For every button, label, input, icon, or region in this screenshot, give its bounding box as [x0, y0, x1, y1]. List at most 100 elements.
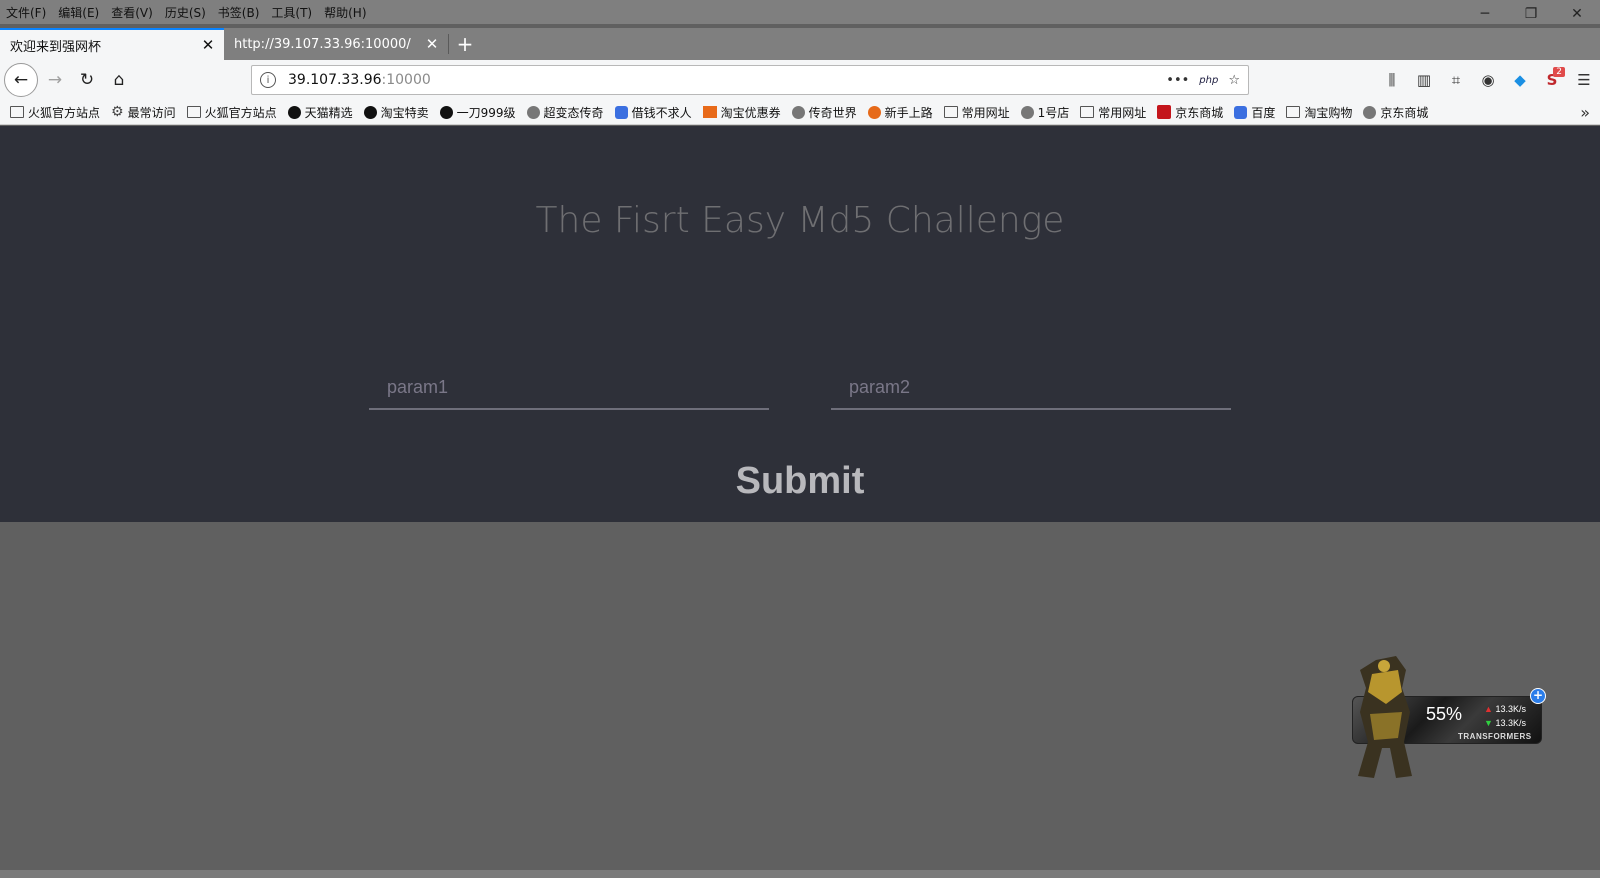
reload-button[interactable]: ↻	[72, 65, 102, 95]
bookmark-item[interactable]: 京东商城	[1363, 104, 1428, 121]
sidebar-icon[interactable]: ▥	[1408, 65, 1440, 95]
bookmark-item[interactable]: ⚙ 最常访问	[111, 104, 176, 121]
restore-button[interactable]: ❐	[1508, 0, 1554, 28]
globe-icon	[1363, 105, 1377, 119]
netmon-plus-icon[interactable]: +	[1530, 688, 1546, 704]
globe-icon	[791, 105, 805, 119]
param2-input[interactable]	[831, 366, 1231, 408]
upload-arrow-icon: ▲	[1484, 704, 1493, 714]
home-button[interactable]: ⌂	[104, 65, 134, 95]
bookmark-item[interactable]: 超变态传奇	[526, 104, 604, 121]
tab-bar: 欢迎来到强网杯 ✕ http://39.107.33.96:10000/ ✕ +	[0, 28, 1600, 60]
robot-mascot-icon	[1358, 656, 1412, 778]
taobao-icon	[363, 105, 377, 119]
menu-view[interactable]: 查看(V)	[111, 4, 153, 21]
tab-label: http://39.107.33.96:10000/	[234, 36, 411, 52]
bookmark-label: 火狐官方站点	[204, 105, 277, 120]
menu-bookmarks[interactable]: 书签(B)	[218, 4, 260, 21]
addon-icon[interactable]: S 2	[1536, 65, 1568, 95]
bookmark-item[interactable]: 常用网址	[943, 104, 1010, 121]
netmon-download-rate: ▼ 13.3K/s	[1484, 718, 1526, 728]
netmon-upload-rate: ▲ 13.3K/s	[1484, 704, 1526, 714]
bookmark-label: 百度	[1251, 105, 1276, 120]
tab-url[interactable]: http://39.107.33.96:10000/ ✕	[224, 28, 448, 60]
folder-icon	[1286, 106, 1301, 118]
menu-edit[interactable]: 编辑(E)	[58, 4, 99, 21]
menu-help[interactable]: 帮助(H)	[324, 4, 366, 21]
menu-history[interactable]: 历史(S)	[165, 4, 206, 21]
bookmark-label: 传奇世界	[808, 105, 857, 120]
url-port: :10000	[381, 72, 431, 88]
php-extension-icon[interactable]: php	[1199, 75, 1218, 86]
bookmark-star-icon[interactable]: ☆	[1228, 73, 1240, 88]
jd-icon	[1157, 105, 1172, 119]
baidu-icon	[1234, 105, 1248, 119]
bookmark-item[interactable]: 淘宝购物	[1286, 104, 1352, 121]
bookmark-label: 火狐官方站点	[28, 105, 101, 120]
bookmark-label: 淘宝优惠券	[720, 105, 781, 120]
eye-extension-icon[interactable]: ◉	[1472, 65, 1504, 95]
screenshot-icon[interactable]: ⌗	[1440, 65, 1472, 95]
coupon-icon	[702, 106, 717, 118]
submit-button[interactable]: Submit	[0, 460, 1600, 503]
folder-icon	[10, 106, 24, 118]
bookmark-item[interactable]: 新手上路	[867, 104, 933, 121]
toolbar-right: ⫼ ▥ ⌗ ◉ ◆ S 2 ☰	[1376, 60, 1600, 100]
bookmark-item[interactable]: 常用网址	[1080, 104, 1146, 121]
bookmark-label: 借钱不求人	[631, 105, 692, 120]
bookmark-item[interactable]: 一刀999级	[439, 104, 516, 121]
menu-tools[interactable]: 工具(T)	[271, 4, 312, 21]
network-monitor-widget[interactable]: 55% ▲ 13.3K/s ▼ 13.3K/s TRANSFORMERS +	[1346, 652, 1546, 782]
bookmark-label: 超变态传奇	[543, 105, 604, 120]
gear-icon: ⚙	[111, 104, 124, 120]
url-bar[interactable]: i 39.107.33.96 :10000 ••• php ☆	[251, 65, 1249, 95]
download-rate-text: 13.3K/s	[1495, 718, 1526, 728]
forward-button[interactable]: →	[40, 65, 70, 95]
tmall-icon	[287, 105, 301, 119]
param1-field	[369, 366, 769, 410]
nav-bar: ← → ↻ ⌂ i 39.107.33.96 :10000 ••• php ☆ …	[0, 60, 1600, 100]
bookmark-item[interactable]: 淘宝优惠券	[702, 104, 781, 121]
bookmark-item[interactable]: 借钱不求人	[614, 104, 692, 121]
bookmark-label: 常用网址	[1098, 105, 1147, 120]
bookmark-label: 淘宝购物	[1304, 105, 1353, 120]
library-icon[interactable]: ⫼	[1376, 65, 1408, 95]
bookmarks-overflow-icon[interactable]: »	[1580, 103, 1590, 122]
param1-input[interactable]	[369, 366, 769, 408]
blue-extension-icon[interactable]: ◆	[1504, 65, 1536, 95]
bookmark-label: 1号店	[1037, 105, 1070, 120]
new-tab-button[interactable]: +	[449, 28, 481, 60]
bookmarks-bar: 火狐官方站点 ⚙ 最常访问 火狐官方站点 天猫精选 淘宝特卖 一刀999级 超变态…	[0, 100, 1600, 125]
globe-icon	[1020, 105, 1034, 119]
game-icon	[439, 105, 453, 119]
firefox-icon	[867, 105, 881, 119]
bookmark-label: 新手上路	[884, 105, 933, 120]
bookmark-label: 天猫精选	[304, 105, 353, 120]
bookmark-item[interactable]: 淘宝特卖	[363, 104, 429, 121]
back-button[interactable]: ←	[4, 63, 38, 97]
bookmark-item[interactable]: 火狐官方站点	[186, 104, 277, 121]
tab-label: 欢迎来到强网杯	[10, 39, 102, 55]
bookmark-item[interactable]: 1号店	[1020, 104, 1070, 121]
bookmark-item[interactable]: 传奇世界	[791, 104, 857, 121]
close-window-button[interactable]: ✕	[1554, 0, 1600, 28]
bookmark-item[interactable]: 火狐官方站点	[10, 104, 100, 121]
site-info-icon[interactable]: i	[260, 72, 276, 88]
page-actions-icon[interactable]: •••	[1166, 73, 1189, 88]
close-tab-icon[interactable]: ✕	[424, 35, 440, 53]
bookmark-label: 京东商城	[1175, 105, 1224, 120]
bookmark-item[interactable]: 京东商城	[1157, 104, 1223, 121]
page-content: The Fisrt Easy Md5 Challenge Submit	[0, 126, 1600, 522]
menu-file[interactable]: 文件(F)	[6, 4, 46, 21]
tab-welcome[interactable]: 欢迎来到强网杯 ✕	[0, 28, 224, 60]
bookmark-item[interactable]: 百度	[1234, 104, 1275, 121]
bookmark-label: 淘宝特卖	[380, 105, 429, 120]
globe-icon	[526, 105, 540, 119]
hamburger-menu-icon[interactable]: ☰	[1568, 65, 1600, 95]
param2-field	[831, 366, 1231, 410]
page-title: The Fisrt Easy Md5 Challenge	[535, 200, 1065, 241]
bookmark-item[interactable]: 天猫精选	[287, 104, 353, 121]
minimize-button[interactable]: ─	[1462, 0, 1508, 28]
close-tab-icon[interactable]: ✕	[200, 36, 216, 54]
menu-bar: 文件(F) 编辑(E) 查看(V) 历史(S) 书签(B) 工具(T) 帮助(H…	[0, 0, 1600, 24]
